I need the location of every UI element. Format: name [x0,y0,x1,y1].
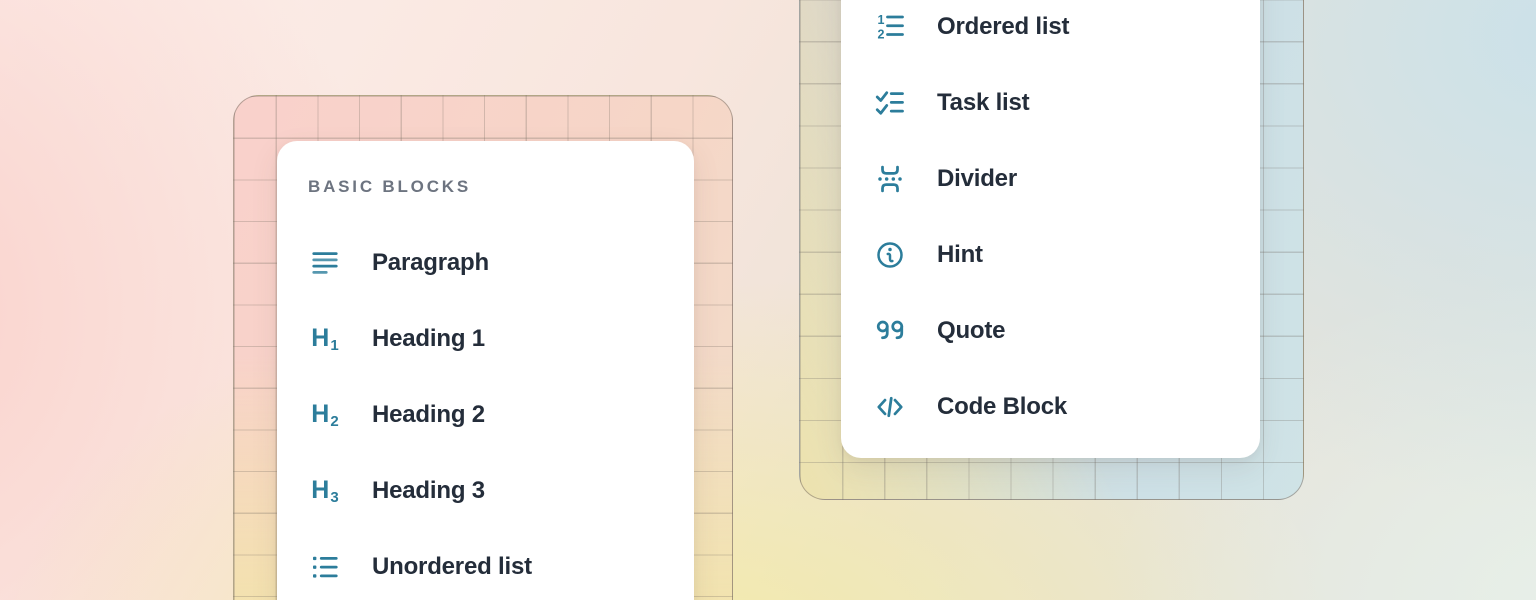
menu-item-label: Divider [937,165,1017,193]
menu-item-heading-2[interactable]: H2 Heading 2 [277,377,694,453]
menu-item-label: Heading 3 [372,477,485,505]
menu-item-label: Heading 1 [372,325,485,353]
paragraph-icon [309,247,341,279]
ordered-list-icon: 12 [874,11,906,43]
more-blocks-menu-list: 12 Ordered list Task list Divider Hint Quote C… [841,0,1260,445]
menu-item-heading-3[interactable]: H3 Heading 3 [277,453,694,529]
menu-item-label: Hint [937,241,983,269]
menu-item-label: Unordered list [372,553,532,581]
menu-item-label: Heading 2 [372,401,485,429]
menu-item-code-block[interactable]: Code Block [841,369,1260,445]
menu-item-label: Paragraph [372,249,489,277]
menu-item-ordered-list[interactable]: 12 Ordered list [841,0,1260,65]
task-list-icon [874,87,906,119]
hint-icon [874,239,906,271]
heading-3-icon: H3 [309,475,341,507]
menu-item-hint[interactable]: Hint [841,217,1260,293]
more-blocks-panel: 12 Ordered list Task list Divider Hint Quote C… [841,0,1260,458]
menu-item-divider[interactable]: Divider [841,141,1260,217]
heading-1-icon: H1 [309,323,341,355]
menu-item-label: Task list [937,89,1029,117]
basic-blocks-menu-list: Paragraph H1 Heading 1 H2 Heading 2 H3 Heading… [277,225,694,600]
code-block-icon [874,391,906,423]
svg-text:1: 1 [878,13,885,27]
divider-icon [874,163,906,195]
section-label-basic-blocks: BASIC BLOCKS [308,177,471,197]
basic-blocks-panel: BASIC BLOCKS Paragraph H1 Heading 1 H2 Headi… [277,141,694,600]
menu-item-heading-1[interactable]: H1 Heading 1 [277,301,694,377]
menu-item-label: Quote [937,317,1005,345]
background-canvas: BASIC BLOCKS Paragraph H1 Heading 1 H2 Headi… [0,0,1536,600]
svg-text:2: 2 [878,27,885,41]
unordered-list-icon [309,551,341,583]
menu-item-paragraph[interactable]: Paragraph [277,225,694,301]
menu-item-label: Ordered list [937,13,1069,41]
quote-icon [874,315,906,347]
menu-item-label: Code Block [937,393,1067,421]
heading-2-icon: H2 [309,399,341,431]
menu-item-quote[interactable]: Quote [841,293,1260,369]
menu-item-task-list[interactable]: Task list [841,65,1260,141]
menu-item-unordered-list[interactable]: Unordered list [277,529,694,600]
